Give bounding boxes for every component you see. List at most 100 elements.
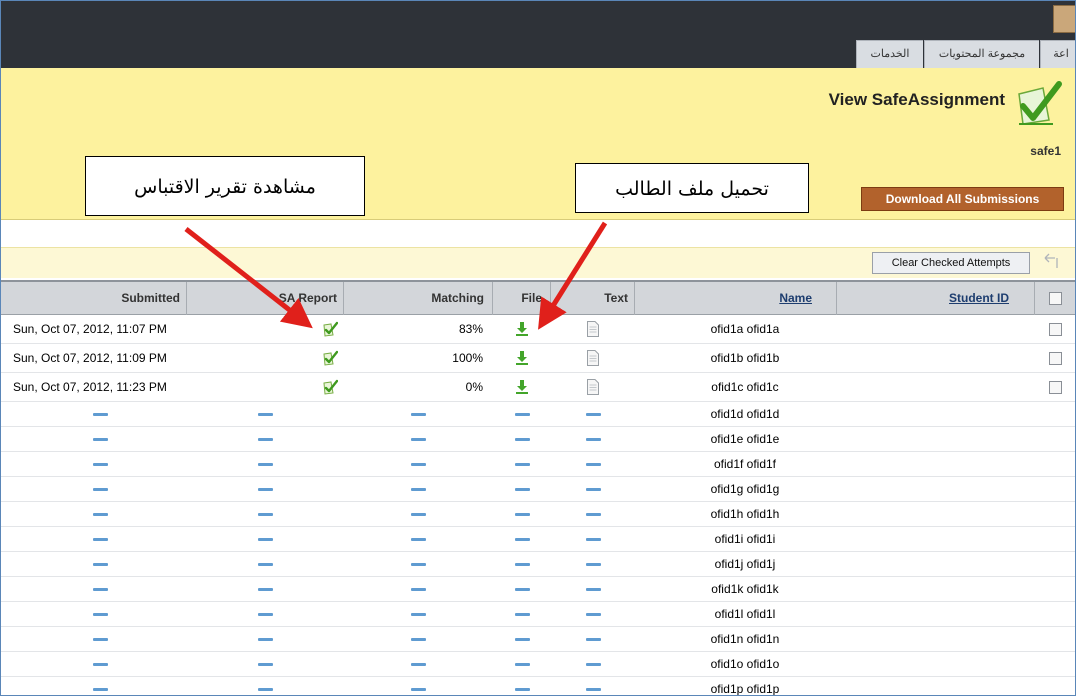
no-value-dash (92, 662, 108, 666)
no-value-dash (92, 587, 108, 591)
text-link[interactable] (551, 373, 635, 401)
no-value-dash (92, 637, 108, 641)
no-value-dash (92, 462, 108, 466)
no-value-dash (585, 537, 601, 541)
no-value-dash (585, 437, 601, 441)
submitted-date: Sun, Oct 07, 2012, 11:07 PM (13, 322, 167, 336)
safeassignment-window: الخدمات مجموعة المحتويات اعة View SafeAs… (0, 0, 1076, 696)
table-row: ofid1h ofid1h (1, 502, 1075, 527)
no-value-dash (411, 612, 426, 616)
text-link[interactable] (551, 315, 635, 343)
no-value-dash (258, 437, 273, 441)
report-check-icon[interactable] (322, 350, 338, 366)
no-value-dash (92, 562, 108, 566)
no-value-dash (92, 437, 108, 441)
document-icon[interactable] (587, 379, 599, 395)
table-row: ofid1l ofid1l (1, 602, 1075, 627)
no-value-dash (585, 462, 601, 466)
download-file-link[interactable] (493, 344, 551, 372)
report-check-icon[interactable] (322, 321, 338, 337)
column-submitted[interactable]: Submitted (1, 282, 187, 315)
tab-services[interactable]: الخدمات (856, 40, 923, 69)
no-value-dash (514, 562, 530, 566)
no-value-dash (514, 487, 530, 491)
no-value-dash (585, 662, 601, 666)
student-name: ofid1k ofid1k (711, 582, 779, 596)
download-file-link[interactable] (493, 373, 551, 401)
no-value-dash (258, 462, 273, 466)
no-value-dash (411, 537, 426, 541)
download-icon[interactable] (515, 350, 529, 366)
table-row: ofid1o ofid1o (1, 652, 1075, 677)
no-value-dash (585, 637, 601, 641)
table-row: Sun, Oct 07, 2012, 11:09 PM 100% ofid1b … (1, 344, 1075, 373)
document-icon[interactable] (587, 350, 599, 366)
download-icon[interactable] (515, 379, 529, 395)
row-checkbox[interactable] (1048, 351, 1062, 365)
no-value-dash (411, 412, 426, 416)
no-value-dash (585, 487, 601, 491)
column-name[interactable]: Name (635, 282, 837, 315)
report-check-icon[interactable] (322, 379, 338, 395)
no-value-dash (411, 512, 426, 516)
no-value-dash (258, 562, 273, 566)
submitted-date: Sun, Oct 07, 2012, 11:09 PM (13, 351, 167, 365)
sa-report-link[interactable] (187, 344, 344, 372)
table-row: ofid1e ofid1e (1, 427, 1075, 452)
no-value-dash (411, 487, 426, 491)
column-file[interactable]: File (493, 282, 551, 315)
no-value-dash (411, 637, 426, 641)
no-value-dash (258, 537, 273, 541)
no-value-dash (514, 412, 530, 416)
top-navigation-bar: الخدمات مجموعة المحتويات اعة (1, 1, 1075, 69)
no-value-dash (92, 537, 108, 541)
table-row: ofid1i ofid1i (1, 527, 1075, 552)
no-value-dash (514, 512, 530, 516)
no-value-dash (514, 462, 530, 466)
table-row: Sun, Oct 07, 2012, 11:23 PM 0% ofid1c of… (1, 373, 1075, 402)
no-value-dash (258, 587, 273, 591)
student-name: ofid1e ofid1e (710, 432, 780, 446)
table-row: ofid1n ofid1n (1, 627, 1075, 652)
no-value-dash (514, 587, 530, 591)
no-value-dash (258, 412, 273, 416)
student-name: ofid1d ofid1d (710, 407, 780, 421)
select-all-checkbox[interactable] (1048, 292, 1062, 305)
sa-report-link[interactable] (187, 373, 344, 401)
no-value-dash (514, 612, 530, 616)
no-value-dash (92, 412, 108, 416)
table-row: ofid1f ofid1f (1, 452, 1075, 477)
column-matching[interactable]: Matching (344, 282, 493, 315)
table-row: ofid1g ofid1g (1, 477, 1075, 502)
no-value-dash (585, 512, 601, 516)
matching-percent: 0% (465, 380, 483, 394)
column-sa-report[interactable]: SA Report (187, 282, 344, 315)
safeassignment-check-icon (1018, 81, 1062, 125)
course-logo-icon (1053, 5, 1075, 33)
tab-partial[interactable]: اعة (1040, 40, 1075, 69)
download-file-link[interactable] (493, 315, 551, 343)
table-row: ofid1j ofid1j (1, 552, 1075, 577)
table-row: Sun, Oct 07, 2012, 11:07 PM 83% ofid1a o… (1, 315, 1075, 344)
download-all-submissions-button[interactable]: Download All Submissions (861, 187, 1064, 211)
tab-content-collection[interactable]: مجموعة المحتويات (924, 40, 1039, 69)
column-text[interactable]: Text (551, 282, 635, 315)
sa-report-link[interactable] (187, 315, 344, 343)
no-value-dash (92, 512, 108, 516)
clear-checked-attempts-button[interactable]: Clear Checked Attempts (872, 252, 1030, 274)
document-icon[interactable] (587, 321, 599, 337)
column-student-id[interactable]: Student ID (837, 282, 1035, 315)
text-link[interactable] (551, 344, 635, 372)
assignment-name: safe1 (1030, 144, 1061, 158)
student-name: ofid1f ofid1f (713, 457, 777, 471)
back-arrow-icon[interactable] (1041, 252, 1061, 272)
row-checkbox[interactable] (1048, 380, 1062, 394)
no-value-dash (514, 662, 530, 666)
student-name: ofid1h ofid1h (710, 507, 780, 521)
no-value-dash (92, 487, 108, 491)
no-value-dash (514, 537, 530, 541)
no-value-dash (514, 687, 530, 691)
row-checkbox[interactable] (1048, 322, 1062, 336)
page-title: View SafeAssignment (828, 90, 1005, 109)
download-icon[interactable] (515, 321, 529, 337)
